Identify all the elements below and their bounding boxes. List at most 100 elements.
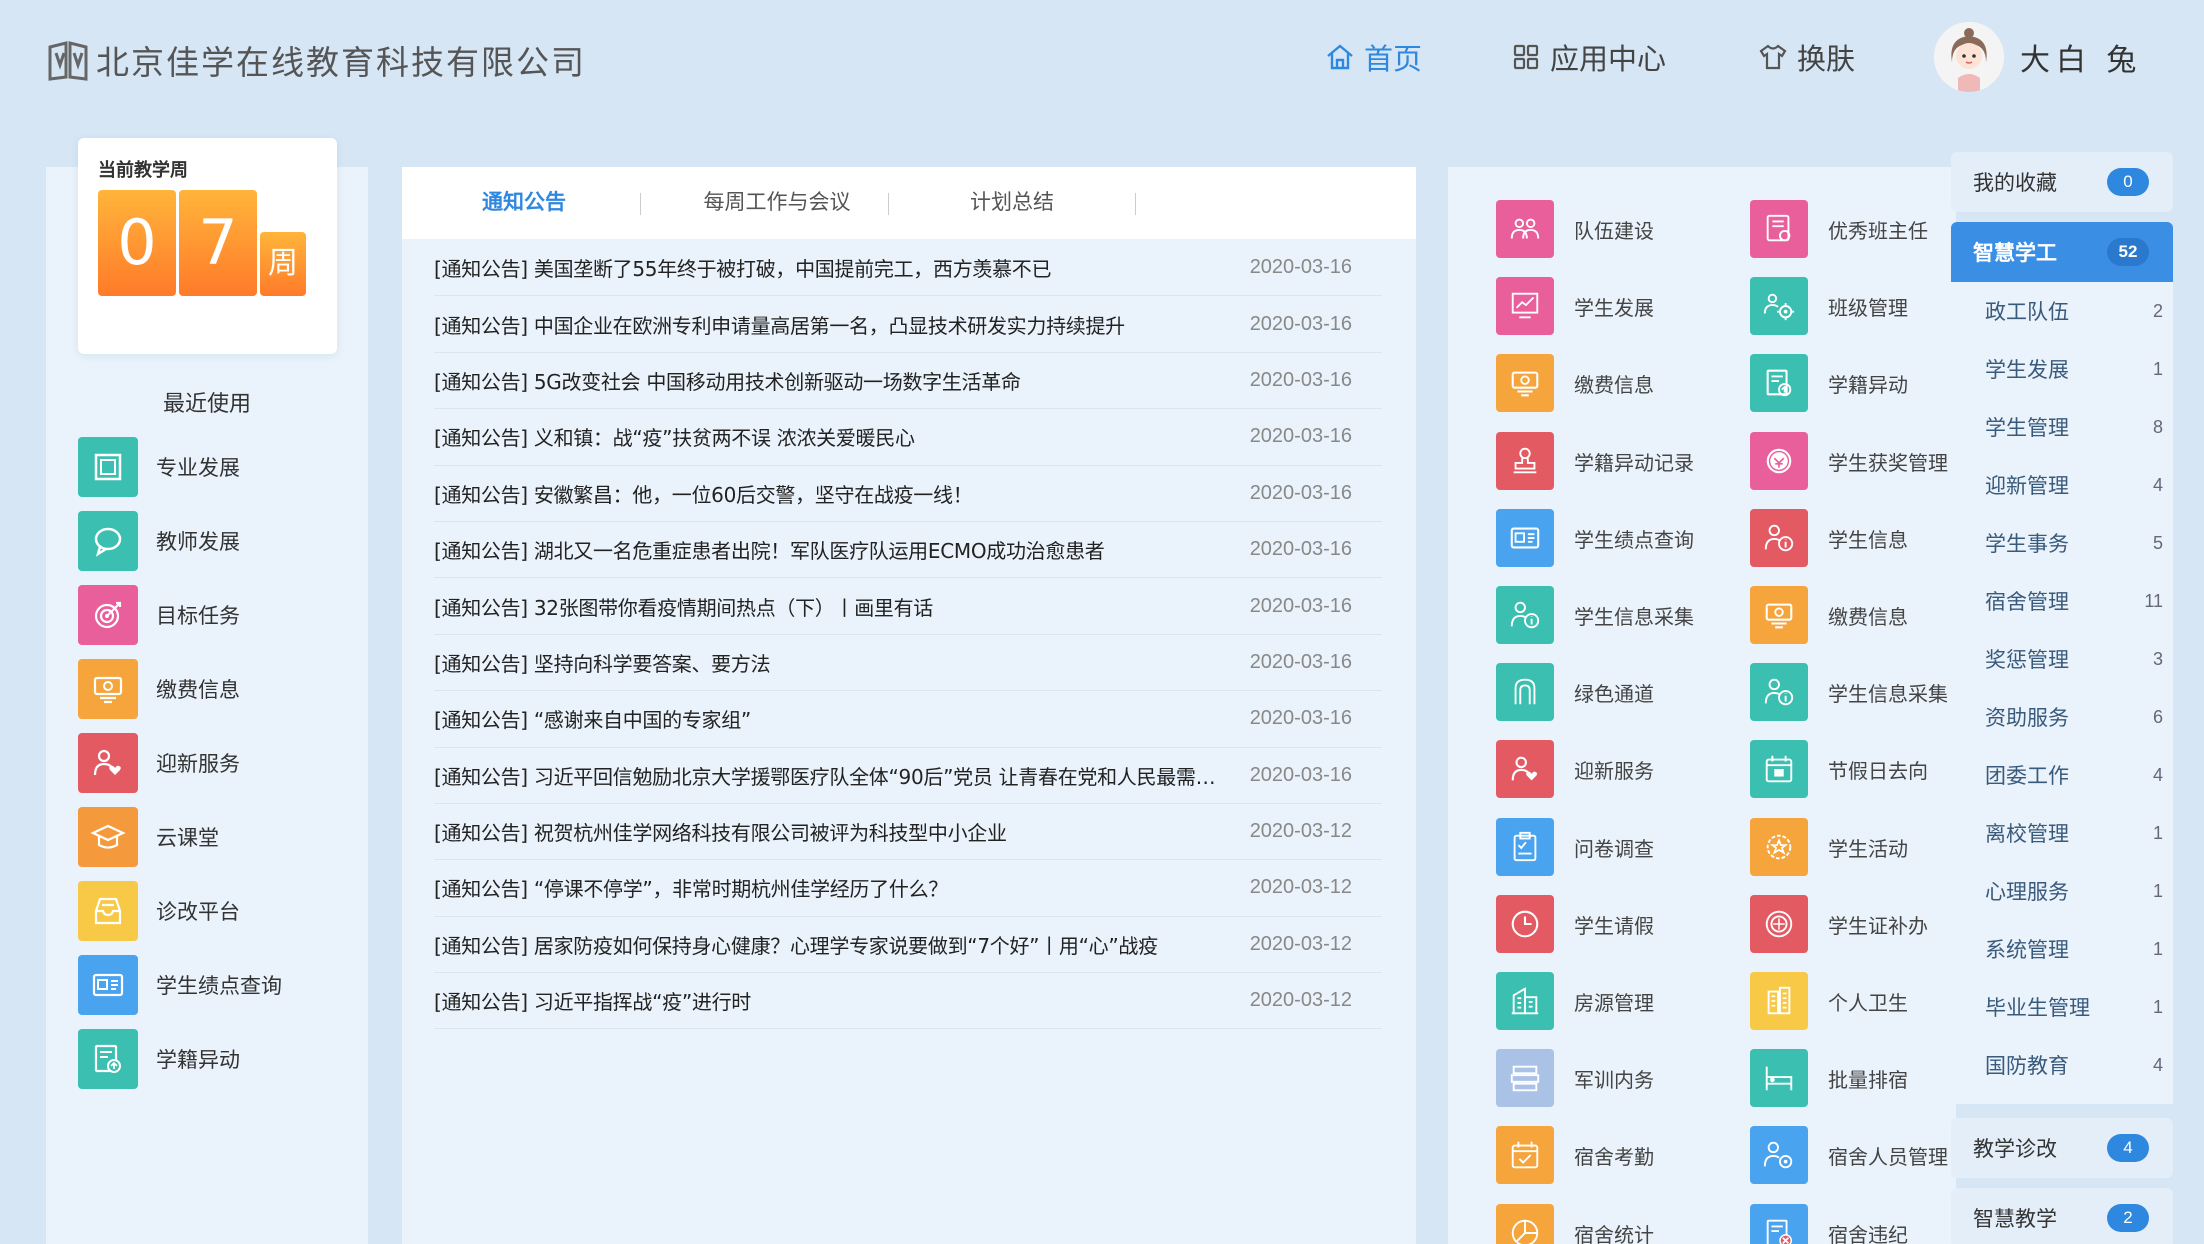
holiday-calendar-icon xyxy=(1750,740,1808,798)
recent-item-teacher-development[interactable]: 教师发展 xyxy=(78,504,282,578)
menu-smart-teaching[interactable]: 智慧教学 2 xyxy=(1951,1188,2173,1244)
submenu-item[interactable]: 离校管理 1 xyxy=(1951,804,2173,862)
app-tile[interactable]: 宿舍违纪 xyxy=(1750,1204,1908,1244)
app-tile[interactable]: 学生发展 xyxy=(1496,277,1654,335)
count-badge: 4 xyxy=(2107,1134,2149,1162)
app-tile[interactable]: 缴费信息 xyxy=(1750,586,1908,644)
news-row[interactable]: [通知公告] 中国企业在欧洲专利申请量高居第一名，凸显技术研发实力持续提升 202… xyxy=(434,296,1382,353)
submenu-count: 11 xyxy=(2144,590,2163,611)
payment-icon xyxy=(1496,354,1554,412)
recent-item-record-change[interactable]: 学籍异动 xyxy=(78,1022,282,1096)
recent-item-diagnosis-platform[interactable]: 诊改平台 xyxy=(78,874,282,948)
recent-item-welcome-service[interactable]: 迎新服务 xyxy=(78,726,282,800)
user-profile[interactable]: 大白 兔 xyxy=(1934,22,2142,92)
recent-item-target-task[interactable]: 目标任务 xyxy=(78,578,282,652)
menu-label: 教学诊改 xyxy=(1973,1138,2057,1161)
recent-item-professional-development[interactable]: 专业发展 xyxy=(78,430,282,504)
app-tile[interactable]: 学生请假 xyxy=(1496,895,1654,953)
news-row[interactable]: [通知公告] 坚持向科学要答案、要方法 2020-03-16 xyxy=(434,635,1382,692)
submenu-item[interactable]: 国防教育 4 xyxy=(1951,1036,2173,1094)
app-tile[interactable]: 批量排宿 xyxy=(1750,1049,1908,1107)
news-row[interactable]: [通知公告] 美国垄断了55年终于被打破，中国提前完工，西方羡慕不已 2020-0… xyxy=(434,240,1382,297)
submenu-item[interactable]: 毕业生管理 1 xyxy=(1951,978,2173,1036)
tab-notices[interactable]: 通知公告 xyxy=(434,167,614,239)
news-row[interactable]: [通知公告] 居家防疫如何保持身心健康？心理学专家说要做到“7个好”丨用“心”战… xyxy=(434,917,1382,974)
recent-item-label: 诊改平台 xyxy=(156,901,240,924)
submenu-item[interactable]: 学生管理 8 xyxy=(1951,398,2173,456)
menu-teaching-diagnosis[interactable]: 教学诊改 4 xyxy=(1951,1118,2173,1178)
recent-item-label: 学籍异动 xyxy=(156,1049,240,1072)
app-tile[interactable]: 绿色通道 xyxy=(1496,663,1654,721)
app-tile[interactable]: 学生活动 xyxy=(1750,818,1908,876)
app-tile[interactable]: 队伍建设 xyxy=(1496,200,1654,258)
company-logo[interactable]: 北京佳学在线教育科技有限公司 xyxy=(46,36,586,84)
submenu-item[interactable]: 系统管理 1 xyxy=(1951,920,2173,978)
news-row[interactable]: [通知公告] “感谢来自中国的专家组” 2020-03-16 xyxy=(434,691,1382,748)
app-tile[interactable]: 宿舍统计 xyxy=(1496,1204,1654,1244)
submenu-item[interactable]: 学生事务 5 xyxy=(1951,514,2173,572)
recent-item-label: 云课堂 xyxy=(156,827,219,850)
tab-divider xyxy=(888,193,889,215)
news-row[interactable]: [通知公告] 安徽繁昌：他，一位60后交警，坚守在战疫一线！ 2020-03-16 xyxy=(434,466,1382,522)
app-tile[interactable]: 问卷调查 xyxy=(1496,818,1654,876)
app-tile[interactable]: 学生信息采集 xyxy=(1496,586,1694,644)
app-tile[interactable]: 学生信息 xyxy=(1750,509,1908,567)
app-label: 队伍建设 xyxy=(1574,220,1654,243)
submenu-item[interactable]: 学生发展 1 xyxy=(1951,340,2173,398)
news-row[interactable]: [通知公告] 湖北又一名危重症患者出院！军队医疗队运用ECMO成功治愈患者 202… xyxy=(434,522,1382,579)
nav-app-center[interactable]: 应用中心 xyxy=(1510,36,1666,78)
app-tile[interactable]: 学生获奖管理 xyxy=(1750,432,1948,490)
app-label: 问卷调查 xyxy=(1574,838,1654,861)
app-tile[interactable]: 缴费信息 xyxy=(1496,354,1654,412)
news-row[interactable]: [通知公告] 习近平指挥战“疫”进行时 2020-03-12 xyxy=(434,973,1382,1030)
app-tile[interactable]: 宿舍考勤 xyxy=(1496,1126,1654,1184)
square-frame-icon xyxy=(78,437,138,497)
app-tile[interactable]: 节假日去向 xyxy=(1750,740,1928,798)
app-tile[interactable]: 迎新服务 xyxy=(1496,740,1654,798)
recent-item-payment-info[interactable]: 缴费信息 xyxy=(78,652,282,726)
submenu-item[interactable]: 迎新管理 4 xyxy=(1951,456,2173,514)
tab-plan-summary[interactable]: 计划总结 xyxy=(912,167,1112,239)
menu-my-favorites[interactable]: 我的收藏 0 xyxy=(1951,152,2173,212)
app-label: 学生请假 xyxy=(1574,915,1654,938)
tab-weekly-meetings[interactable]: 每周工作与会议 xyxy=(662,167,892,239)
app-tile[interactable]: 优秀班主任 xyxy=(1750,200,1928,258)
submenu-item[interactable]: 心理服务 1 xyxy=(1951,862,2173,920)
nav-home[interactable]: 首页 xyxy=(1324,36,1422,78)
news-row[interactable]: [通知公告] “停课不停学”，非常时期杭州佳学经历了什么？ 2020-03-12 xyxy=(434,860,1382,917)
nav-app-center-label: 应用中心 xyxy=(1550,44,1667,76)
app-label: 学生信息 xyxy=(1828,529,1908,552)
app-tile[interactable]: 军训内务 xyxy=(1496,1049,1654,1107)
submenu-item[interactable]: 宿舍管理 11 xyxy=(1951,572,2173,630)
app-tile[interactable]: 学生绩点查询 xyxy=(1496,509,1694,567)
news-row[interactable]: [通知公告] 5G改变社会 中国移动用技术创新驱动一场数字生活革命 2020-03… xyxy=(434,353,1382,410)
submenu-item[interactable]: 团委工作 4 xyxy=(1951,746,2173,804)
star-gear-icon xyxy=(1750,818,1808,876)
submenu-label: 系统管理 xyxy=(1985,939,2069,962)
app-tile[interactable]: 房源管理 xyxy=(1496,972,1654,1030)
recent-item-cloud-classroom[interactable]: 云课堂 xyxy=(78,800,282,874)
app-tile[interactable]: 学生信息采集 xyxy=(1750,663,1948,721)
nav-home-label: 首页 xyxy=(1364,44,1423,76)
submenu-item[interactable]: 奖惩管理 3 xyxy=(1951,630,2173,688)
news-row[interactable]: [通知公告] 32张图带你看疫情期间热点（下）丨画里有话 2020-03-16 xyxy=(434,578,1382,635)
nav-skin[interactable]: 换肤 xyxy=(1757,36,1855,78)
avatar[interactable] xyxy=(1934,22,2004,92)
app-tile[interactable]: 学籍异动记录 xyxy=(1496,432,1694,490)
news-row[interactable]: [通知公告] 习近平回信勉励北京大学援鄂医疗队全体“90后”党员 让青春在党和人… xyxy=(434,748,1382,804)
app-tile[interactable]: 学籍异动 xyxy=(1750,354,1908,412)
news-date: 2020-03-16 xyxy=(1249,707,1352,730)
app-tile[interactable]: 个人卫生 xyxy=(1750,972,1908,1030)
recent-item-gpa-query[interactable]: 学生绩点查询 xyxy=(78,948,282,1022)
submenu-item[interactable]: 资助服务 6 xyxy=(1951,688,2173,746)
app-tile[interactable]: 班级管理 xyxy=(1750,277,1908,335)
submenu-item[interactable]: 政工队伍 2 xyxy=(1951,282,2173,340)
count-badge: 2 xyxy=(2107,1204,2149,1232)
menu-smart-student-affairs[interactable]: 智慧学工 52 xyxy=(1951,222,2173,282)
app-tile[interactable]: 学生证补办 xyxy=(1750,895,1928,953)
app-tile[interactable]: 宿舍人员管理 xyxy=(1750,1126,1948,1184)
news-row[interactable]: [通知公告] 义和镇：战“疫”扶贫两不误 浓浓关爱暖民心 2020-03-16 xyxy=(434,409,1382,466)
news-row[interactable]: [通知公告] 祝贺杭州佳学网络科技有限公司被评为科技型中小企业 2020-03-1… xyxy=(434,804,1382,861)
submenu-label: 迎新管理 xyxy=(1985,475,2069,498)
stamp-icon xyxy=(1496,432,1554,490)
